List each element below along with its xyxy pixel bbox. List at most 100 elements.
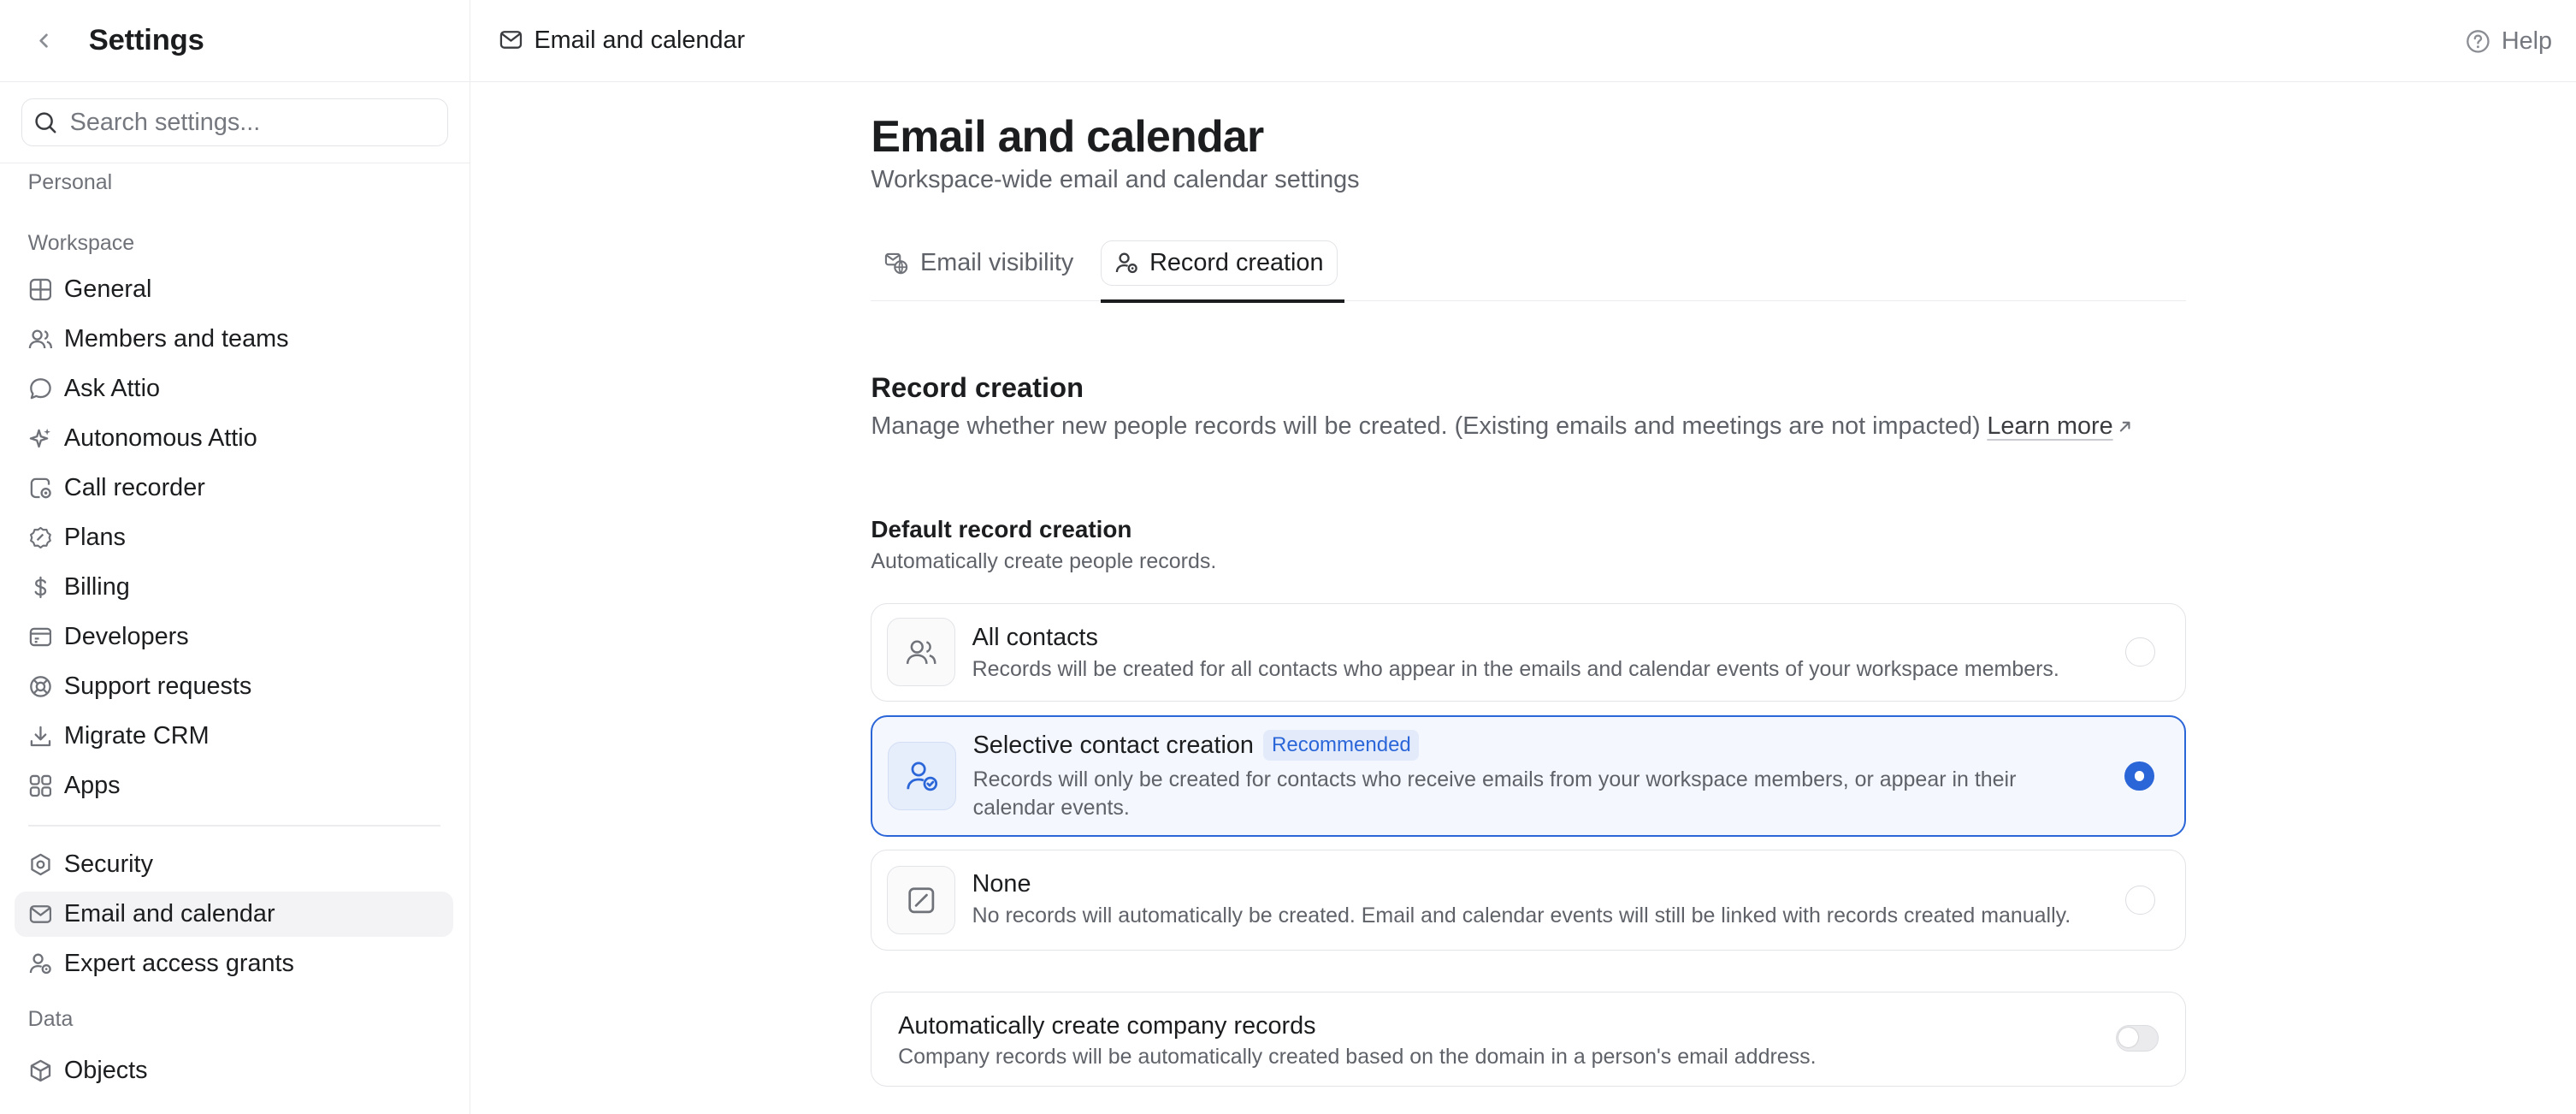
company-records-toggle[interactable] bbox=[2115, 1025, 2159, 1052]
sidebar-item-ask-attio[interactable]: Ask Attio bbox=[15, 365, 453, 412]
sidebar-item-label: Call recorder bbox=[63, 473, 205, 501]
sidebar-item-call-recorder[interactable]: Call recorder bbox=[15, 465, 453, 511]
slash-square-icon bbox=[886, 865, 956, 935]
sidebar-item-plans[interactable]: Plans bbox=[15, 514, 453, 560]
cube-icon bbox=[28, 1058, 53, 1083]
tab-label: Record creation bbox=[1149, 248, 1324, 276]
option-title-text: None bbox=[972, 870, 1031, 898]
plans-badge-icon bbox=[28, 525, 53, 550]
sidebar-item-label: Security bbox=[63, 850, 153, 878]
grid-icon bbox=[28, 277, 53, 302]
radio-selective-contact-creation[interactable] bbox=[2124, 761, 2154, 791]
chevron-left-icon[interactable] bbox=[30, 26, 60, 56]
search-input[interactable] bbox=[69, 108, 399, 137]
sidebar-nav: Personal Workspace General Members and t… bbox=[0, 166, 469, 1097]
sidebar-item-migrate-crm[interactable]: Migrate CRM bbox=[15, 713, 453, 759]
sidebar-item-label: Support requests bbox=[63, 672, 252, 700]
company-records-desc: Company records will be automatically cr… bbox=[898, 1045, 1817, 1070]
user-key-icon bbox=[28, 951, 53, 976]
breadcrumb: Email and calendar bbox=[499, 27, 745, 55]
search-container bbox=[0, 82, 470, 164]
active-tab-indicator bbox=[1101, 299, 1344, 303]
option-title: Selective contact creation Recommended bbox=[973, 730, 1420, 761]
search-box[interactable] bbox=[21, 98, 448, 146]
sidebar-item-support-requests[interactable]: Support requests bbox=[15, 663, 453, 709]
sidebar-item-expert-access-grants[interactable]: Expert access grants bbox=[15, 941, 453, 987]
radio-all-contacts[interactable] bbox=[2125, 637, 2155, 667]
sidebar-item-billing[interactable]: Billing bbox=[15, 564, 453, 610]
top-bar: Email and calendar Help bbox=[470, 0, 2576, 83]
option-none[interactable]: None No records will automatically be cr… bbox=[871, 850, 2186, 951]
sidebar-item-label: Migrate CRM bbox=[63, 721, 210, 750]
mail-icon bbox=[28, 902, 53, 927]
sidebar-item-general[interactable]: General bbox=[15, 266, 453, 312]
dollar-icon bbox=[28, 575, 53, 600]
user-gear-icon bbox=[1115, 252, 1138, 275]
tab-bar: Email visibility Record creation bbox=[871, 240, 2186, 303]
option-title-text: All contacts bbox=[972, 624, 1098, 652]
user-check-icon bbox=[887, 741, 957, 811]
help-button[interactable]: Help bbox=[2466, 0, 2553, 82]
call-recorder-icon bbox=[28, 476, 53, 501]
sidebar-item-label: Expert access grants bbox=[63, 950, 294, 977]
settings-sidebar: Settings Personal Workspace General Memb… bbox=[0, 0, 470, 1114]
sidebar-item-label: Email and calendar bbox=[63, 899, 275, 927]
sidebar-item-label: Objects bbox=[63, 1056, 148, 1084]
page-title: Email and calendar bbox=[871, 110, 1264, 161]
sidebar-item-label: Ask Attio bbox=[63, 374, 160, 402]
users-icon bbox=[886, 617, 956, 687]
sidebar-item-label: Developers bbox=[63, 622, 189, 650]
sidebar-item-apps[interactable]: Apps bbox=[15, 762, 453, 809]
tab-record-creation[interactable]: Record creation bbox=[1101, 240, 1338, 287]
mail-icon bbox=[499, 28, 524, 53]
help-label: Help bbox=[2501, 27, 2553, 55]
help-circle-icon bbox=[2466, 29, 2490, 54]
shield-icon bbox=[28, 852, 53, 877]
users-icon bbox=[28, 327, 53, 352]
option-title-text: Selective contact creation bbox=[972, 731, 1254, 759]
sidebar-item-label: Autonomous Attio bbox=[63, 424, 257, 452]
sidebar-title: Settings bbox=[88, 24, 204, 57]
option-description: No records will automatically be created… bbox=[972, 903, 2071, 927]
sidebar-item-objects[interactable]: Objects bbox=[15, 1047, 453, 1093]
section-title: Record creation bbox=[871, 371, 1084, 404]
sidebar-item-label: Members and teams bbox=[63, 324, 289, 353]
sidebar-item-developers[interactable]: Developers bbox=[15, 613, 453, 660]
option-title: None bbox=[972, 870, 1031, 898]
section-description: Manage whether new people records will b… bbox=[871, 412, 2132, 441]
option-description: Records will only be created for contact… bbox=[972, 767, 2017, 821]
company-records-card: Automatically create company records Com… bbox=[871, 991, 2186, 1087]
sidebar-item-label: Apps bbox=[63, 771, 121, 799]
external-link-icon bbox=[2118, 419, 2132, 434]
option-all-contacts[interactable]: All contacts Records will be created for… bbox=[871, 603, 2186, 702]
learn-more-link[interactable]: Learn more bbox=[1987, 412, 2112, 441]
recommended-badge: Recommended bbox=[1263, 730, 1420, 761]
support-icon bbox=[28, 674, 53, 699]
tab-email-visibility[interactable]: Email visibility bbox=[871, 240, 1086, 287]
sidebar-divider bbox=[27, 825, 440, 827]
sidebar-item-members-and-teams[interactable]: Members and teams bbox=[15, 316, 453, 362]
section-label-personal: Personal bbox=[27, 169, 113, 194]
apps-icon bbox=[28, 773, 53, 798]
download-icon bbox=[28, 724, 53, 749]
sidebar-header: Settings bbox=[0, 0, 470, 83]
tab-label: Email visibility bbox=[920, 248, 1074, 276]
section-label-data: Data bbox=[27, 1007, 74, 1032]
option-description: Records will be created for all contacts… bbox=[972, 656, 2059, 681]
sidebar-item-label: Plans bbox=[63, 523, 126, 551]
developer-card-icon bbox=[28, 625, 53, 649]
option-title: All contacts bbox=[972, 624, 1098, 652]
radio-none[interactable] bbox=[2125, 885, 2155, 915]
default-record-creation-desc: Automatically create people records. bbox=[871, 548, 1217, 573]
globe-mail-icon bbox=[884, 252, 909, 275]
page-subtitle: Workspace-wide email and calendar settin… bbox=[871, 166, 1360, 194]
section-description-text: Manage whether new people records will b… bbox=[871, 412, 1981, 441]
sidebar-item-email-and-calendar[interactable]: Email and calendar bbox=[15, 891, 454, 938]
sparkle-icon bbox=[28, 426, 53, 451]
sidebar-item-autonomous-attio[interactable]: Autonomous Attio bbox=[15, 415, 453, 461]
company-records-title: Automatically create company records bbox=[898, 1011, 1316, 1040]
sidebar-item-security[interactable]: Security bbox=[15, 842, 453, 888]
default-record-creation-title: Default record creation bbox=[871, 516, 1132, 543]
option-selective-contact-creation[interactable]: Selective contact creation Recommended R… bbox=[871, 714, 2186, 838]
section-label-workspace: Workspace bbox=[27, 230, 135, 255]
